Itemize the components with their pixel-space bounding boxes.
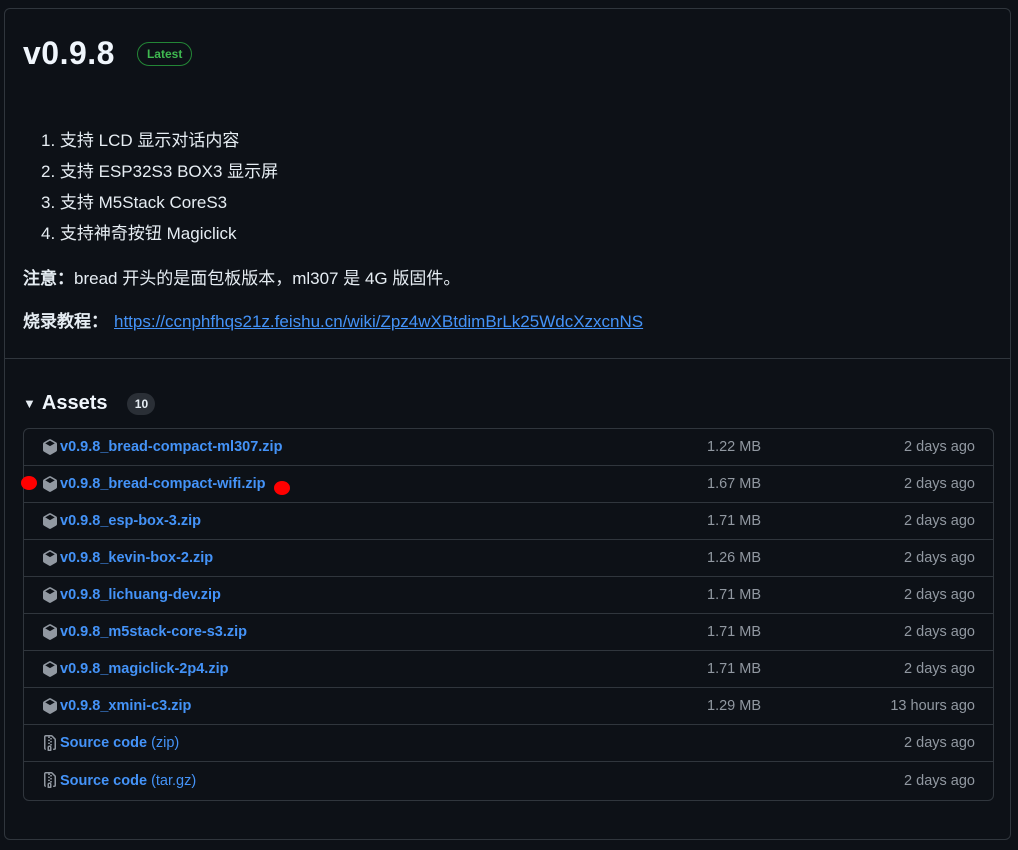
- asset-date: 2 days ago: [904, 550, 975, 566]
- asset-link[interactable]: v0.9.8_m5stack-core-s3.zip: [60, 624, 247, 640]
- release-note-item: 4. 支持神奇按钮 Magiclick: [41, 224, 237, 243]
- asset-size: 1.71 MB: [707, 587, 761, 603]
- package-icon: [42, 550, 58, 566]
- package-icon: [42, 513, 58, 529]
- tutorial-label: 烧录教程：: [23, 312, 108, 331]
- asset-row: v0.9.8_xmini-c3.zip 1.29 MB 13 hours ago: [24, 688, 993, 725]
- caret-down-icon: ▼: [23, 396, 36, 411]
- asset-row: v0.9.8_m5stack-core-s3.zip 1.71 MB 2 days …: [24, 614, 993, 651]
- asset-row: v0.9.8_bread-compact-ml307.zip 1.22 MB 2 d…: [24, 429, 993, 466]
- asset-name: v0.9.8_esp-box-3.zip: [60, 513, 202, 529]
- asset-format: (tar.gz): [151, 772, 197, 789]
- asset-date: 2 days ago: [904, 772, 975, 789]
- asset-date: 2 days ago: [904, 476, 975, 492]
- asset-name: v0.9.8_xmini-c3.zip: [60, 698, 192, 714]
- asset-link[interactable]: v0.9.8_esp-box-3.zip: [60, 513, 201, 529]
- asset-row: v0.9.8_bread-compact-wifi.zip 1.67 MB 2 da…: [24, 466, 993, 503]
- asset-date: 2 days ago: [904, 587, 975, 603]
- asset-link[interactable]: v0.9.8_bread-compact-ml307.zip: [60, 439, 282, 455]
- tutorial-line: 烧录教程： https://ccnphfhqs21z.feishu.cn/wiki…: [23, 307, 643, 332]
- asset-size: 1.26 MB: [707, 550, 761, 566]
- package-icon: [42, 624, 58, 640]
- file-zip-icon: [42, 772, 58, 788]
- latest-badge: Latest: [136, 41, 193, 66]
- release-note-item: 1. 支持 LCD 显示对话内容: [41, 131, 240, 150]
- asset-name: Source code: [60, 772, 148, 789]
- asset-size: 1.71 MB: [707, 624, 761, 640]
- asset-size: 1.29 MB: [707, 698, 761, 714]
- notice-text: bread 开头的是面包板版本，ml307 是 4G 版固件。: [74, 269, 461, 288]
- file-zip-icon: [42, 735, 58, 751]
- asset-name: v0.9.8_kevin-box-2.zip: [60, 550, 214, 566]
- asset-date: 2 days ago: [904, 735, 975, 751]
- asset-link[interactable]: Source code (zip): [60, 735, 179, 751]
- asset-row: v0.9.8_kevin-box-2.zip 1.26 MB 2 days ago: [24, 540, 993, 577]
- asset-name: v0.9.8_lichuang-dev.zip: [60, 587, 221, 603]
- asset-date: 2 days ago: [904, 439, 975, 455]
- asset-link[interactable]: v0.9.8_bread-compact-wifi.zip: [60, 476, 265, 492]
- release-note-item: 2. 支持 ESP32S3 BOX3 显示屏: [41, 162, 279, 181]
- asset-size: 1.22 MB: [707, 439, 761, 455]
- assets-list: v0.9.8_bread-compact-ml307.zip 1.22 MB 2 d…: [23, 428, 994, 801]
- asset-date: 2 days ago: [904, 661, 975, 677]
- red-marker-dot: [274, 481, 290, 495]
- asset-row: v0.9.8_esp-box-3.zip 1.71 MB 2 days ago: [24, 503, 993, 540]
- assets-title: Assets: [41, 392, 108, 414]
- asset-link[interactable]: v0.9.8_kevin-box-2.zip: [60, 550, 213, 566]
- asset-name: v0.9.8_bread-compact-wifi.zip: [60, 476, 266, 492]
- asset-name: v0.9.8_bread-compact-ml307.zip: [60, 439, 283, 455]
- asset-link[interactable]: Source code (tar.gz): [60, 773, 196, 789]
- package-icon: [42, 698, 58, 714]
- asset-date: 2 days ago: [904, 624, 975, 640]
- release-card: v0.9.8 Latest 1. 支持 LCD 显示对话内容 2. 支持 ESP…: [4, 8, 1011, 840]
- asset-row: v0.9.8_lichuang-dev.zip 1.71 MB 2 days ago: [24, 577, 993, 614]
- release-version[interactable]: v0.9.8: [23, 35, 115, 72]
- asset-link[interactable]: v0.9.8_xmini-c3.zip: [60, 698, 191, 714]
- asset-row: Source code (tar.gz) 2 days ago: [24, 762, 993, 799]
- notice-line: 注意：bread 开头的是面包板版本，ml307 是 4G 版固件。: [23, 264, 460, 289]
- package-icon: [42, 661, 58, 677]
- tutorial-link[interactable]: https://ccnphfhqs21z.feishu.cn/wiki/Zpz4…: [114, 312, 643, 331]
- package-icon: [42, 476, 58, 492]
- asset-link[interactable]: v0.9.8_lichuang-dev.zip: [60, 587, 221, 603]
- release-header: v0.9.8 Latest: [23, 35, 193, 72]
- notice-label: 注意：: [23, 269, 74, 288]
- asset-name: v0.9.8_magiclick-2p4.zip: [60, 661, 229, 677]
- release-notes: 1. 支持 LCD 显示对话内容 2. 支持 ESP32S3 BOX3 显示屏 …: [41, 125, 278, 249]
- assets-count-badge: 10: [127, 392, 156, 415]
- package-icon: [42, 587, 58, 603]
- package-icon: [42, 439, 58, 455]
- asset-size: 1.67 MB: [707, 476, 761, 492]
- asset-row: Source code (zip) 2 days ago: [24, 725, 993, 762]
- asset-name: v0.9.8_m5stack-core-s3.zip: [60, 624, 247, 640]
- asset-name: Source code: [60, 735, 148, 751]
- section-divider: [5, 358, 1010, 359]
- asset-row: v0.9.8_magiclick-2p4.zip 1.71 MB 2 days ag…: [24, 651, 993, 688]
- asset-size: 1.71 MB: [707, 513, 761, 529]
- release-note-item: 3. 支持 M5Stack CoreS3: [41, 193, 228, 212]
- asset-format: (zip): [151, 735, 180, 751]
- asset-date: 13 hours ago: [890, 698, 975, 714]
- red-marker-dot: [21, 476, 37, 490]
- asset-size: 1.71 MB: [707, 661, 761, 677]
- asset-link[interactable]: v0.9.8_magiclick-2p4.zip: [60, 661, 228, 677]
- assets-toggle[interactable]: ▼ Assets 10: [23, 392, 156, 415]
- asset-date: 2 days ago: [904, 513, 975, 529]
